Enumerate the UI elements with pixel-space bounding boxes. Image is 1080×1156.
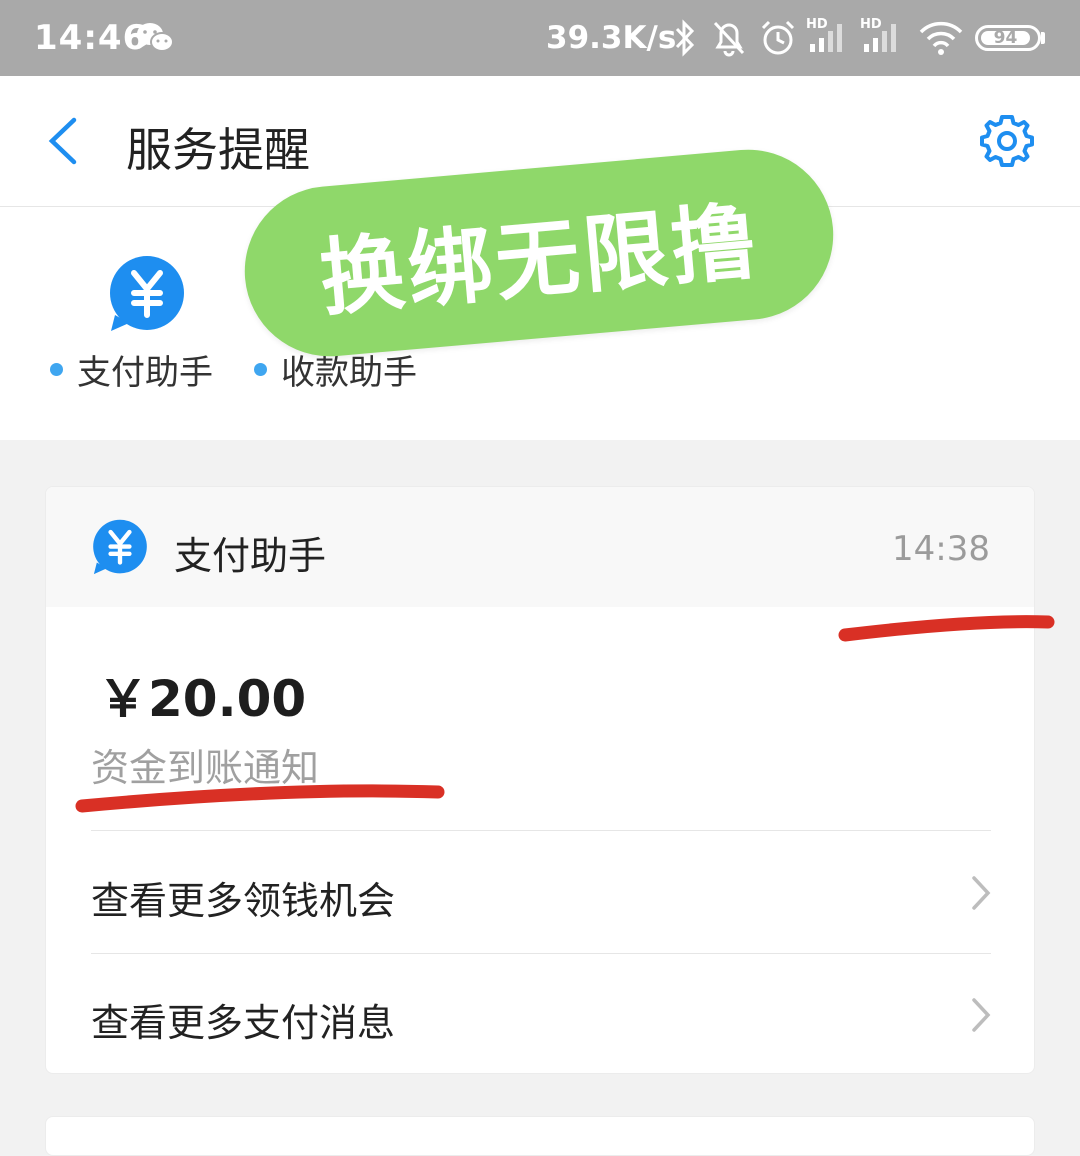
- notice-subtitle: 资金到账通知: [91, 746, 320, 790]
- unread-dot: [254, 363, 267, 376]
- hd-label: HD: [860, 17, 882, 32]
- wifi-icon: [918, 18, 964, 62]
- payment-message-card[interactable]: 支付助手 14:38 ￥20.00 资金到账通知 查看更多领钱机会 查看更多支付…: [45, 486, 1035, 1074]
- battery-level: 94: [981, 30, 1030, 47]
- network-speed: 39.3K/s: [546, 20, 677, 56]
- hd-label: HD: [806, 17, 828, 32]
- mute-bell-icon: [710, 18, 748, 62]
- bluetooth-icon: [672, 18, 698, 62]
- link-label: 查看更多领钱机会: [91, 879, 396, 923]
- link-label: 查看更多支付消息: [91, 1001, 396, 1045]
- chevron-right-icon: [970, 996, 992, 1038]
- status-bar: 14:46 39.3K/s HD HD 94: [0, 0, 1080, 76]
- amount-value: ￥20.00: [98, 670, 307, 728]
- yuan-chat-icon: [91, 519, 149, 581]
- signal-hd-icon: HD: [806, 14, 852, 62]
- more-money-link[interactable]: 查看更多领钱机会: [46, 832, 1034, 952]
- more-payment-messages-link[interactable]: 查看更多支付消息: [46, 954, 1034, 1073]
- tab-pay-assistant[interactable]: 支付助手: [50, 345, 213, 394]
- next-message-card[interactable]: [45, 1116, 1035, 1156]
- message-time: 14:38: [892, 529, 990, 569]
- wechat-icon: [136, 22, 174, 58]
- battery-tip: [1041, 32, 1045, 44]
- card-header: 支付助手 14:38: [46, 487, 1034, 607]
- tab-label: 支付助手: [77, 353, 213, 393]
- alarm-icon: [758, 18, 798, 62]
- unread-dot: [50, 363, 63, 376]
- divider: [91, 830, 991, 831]
- signal-hd-icon: HD: [860, 14, 906, 62]
- gear-icon[interactable]: [978, 112, 1036, 174]
- sender-name: 支付助手: [174, 534, 327, 578]
- chevron-left-icon[interactable]: [42, 114, 86, 172]
- page-title: 服务提醒: [126, 123, 310, 177]
- battery-icon: 94: [975, 25, 1041, 51]
- status-time: 14:46: [34, 18, 148, 58]
- yuan-chat-icon[interactable]: [107, 255, 187, 339]
- chevron-right-icon: [970, 874, 992, 916]
